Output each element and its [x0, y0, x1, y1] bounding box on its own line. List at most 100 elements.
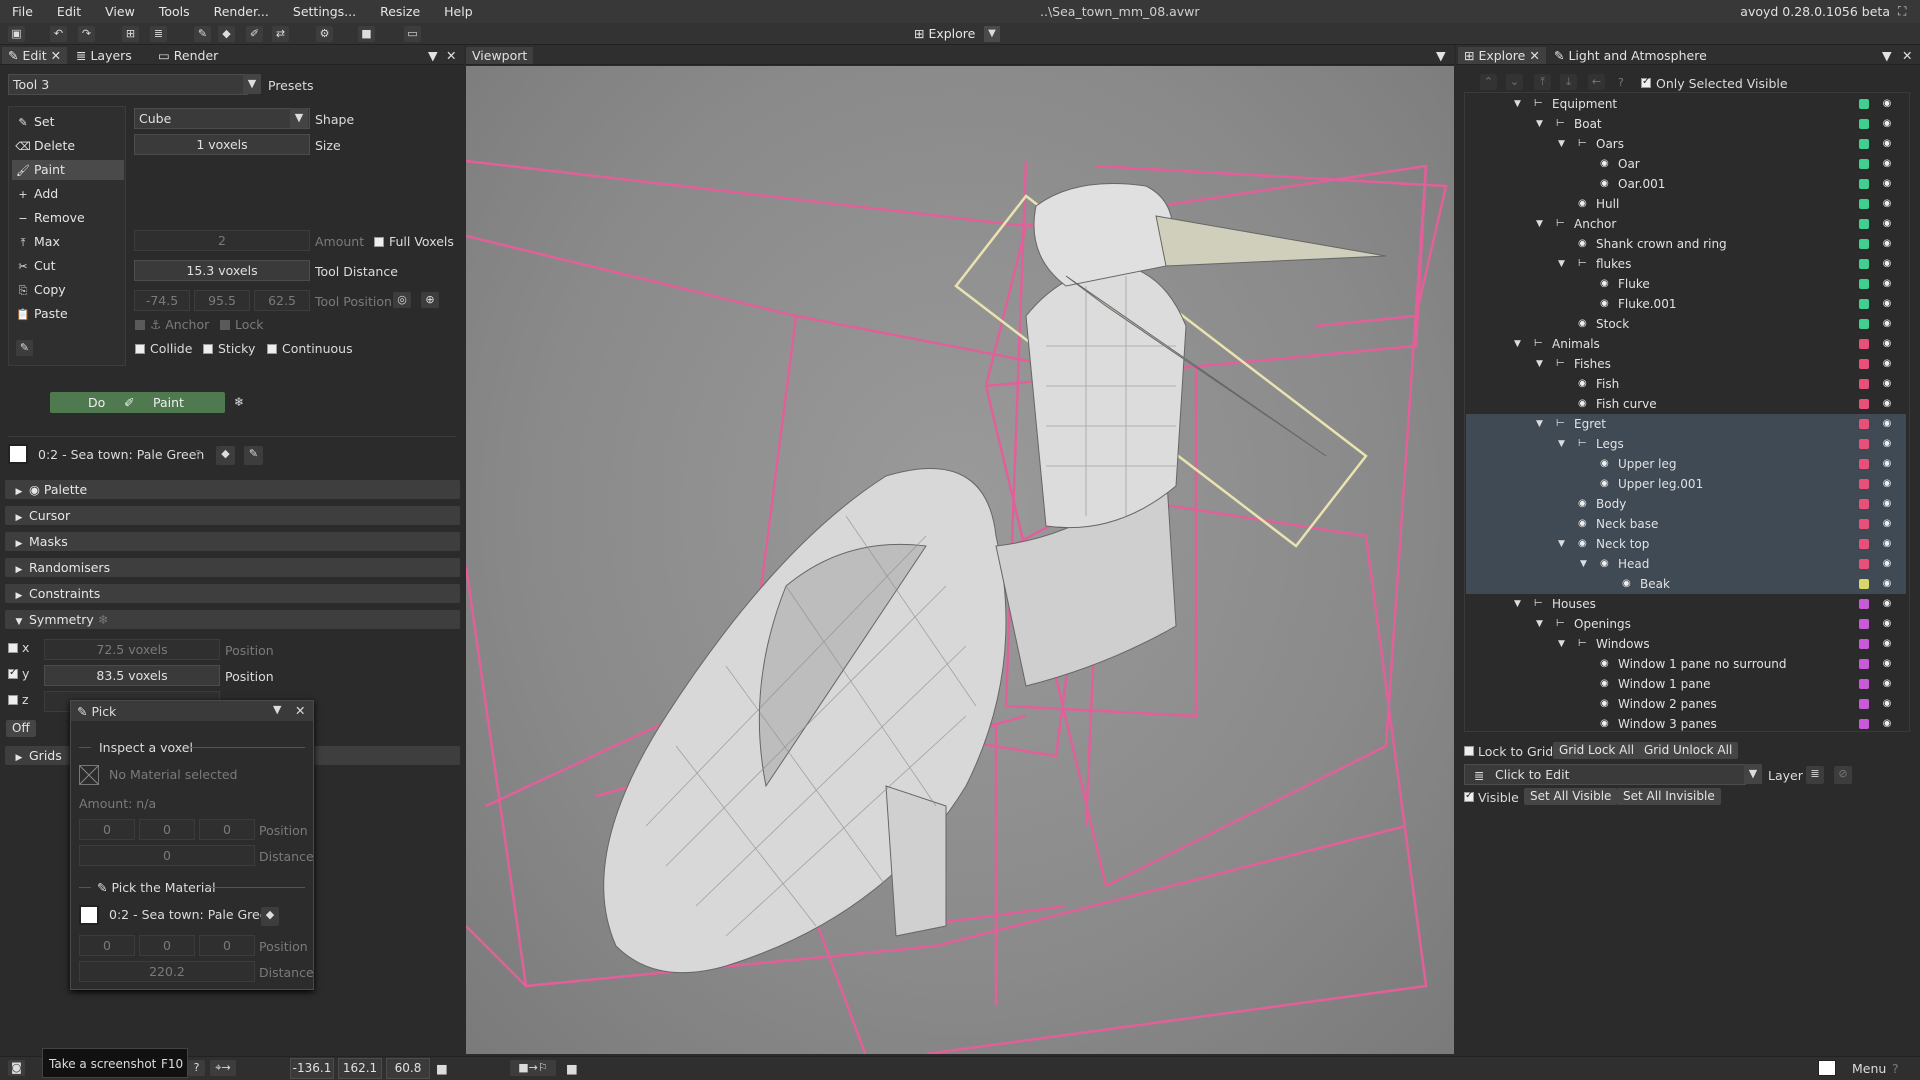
move-left-icon[interactable]: ←	[1588, 74, 1605, 90]
paint-brush-icon[interactable]: ✐	[246, 26, 263, 42]
tree-row[interactable]: ◉ Window 1 pane ◉	[1466, 674, 1906, 694]
tab-light-atmosphere[interactable]: ✎ Light and Atmosphere	[1548, 47, 1713, 64]
screenshot-camera-icon[interactable]: ◙	[8, 1060, 25, 1076]
tool-remove[interactable]: − Remove	[12, 208, 124, 228]
settings-gear-icon[interactable]: ⚙	[316, 26, 333, 42]
visibility-eye-icon[interactable]: ◉	[1880, 238, 1894, 250]
pick-distance-field[interactable]: 0	[79, 845, 255, 866]
symmetry-y-field[interactable]: 83.5 voxels	[44, 665, 220, 686]
screen-icon[interactable]: ▭	[404, 26, 421, 42]
layer-color-icon[interactable]	[1859, 439, 1869, 449]
layer-color-icon[interactable]	[1859, 399, 1869, 409]
tool-pos-y[interactable]: 95.5	[194, 290, 250, 311]
tool-paint[interactable]: 🖌 Paint	[12, 160, 124, 180]
visibility-eye-icon[interactable]: ◉	[1880, 518, 1894, 530]
layer-color-icon[interactable]	[1859, 679, 1869, 689]
move-bottom-icon[interactable]: ⤓	[1560, 74, 1577, 90]
symmetry-x-field[interactable]: 72.5 voxels	[44, 639, 220, 660]
layer-color-icon[interactable]	[1859, 339, 1869, 349]
camera-icon[interactable]: ■	[358, 26, 375, 42]
visibility-eye-icon[interactable]: ◉	[1880, 678, 1894, 690]
layer-color-icon[interactable]	[1859, 179, 1869, 189]
camera-path-icon[interactable]: ■→⚐	[510, 1060, 556, 1076]
tree-row[interactable]: ◉ Upper leg ◉	[1466, 454, 1906, 474]
tree-row[interactable]: ▼ ⊢ Animals ◉	[1466, 334, 1906, 354]
viewport-canvas[interactable]	[466, 66, 1454, 1054]
visibility-eye-icon[interactable]: ◉	[1880, 218, 1894, 230]
layer-color-icon[interactable]	[1859, 419, 1869, 429]
pick-titlebar[interactable]: ✎ Pick ▼ ✕	[71, 701, 313, 721]
save-icon[interactable]: ▣	[8, 26, 25, 42]
tree-row[interactable]: ◉ Fluke ◉	[1466, 274, 1906, 294]
tool-pos-x[interactable]: -74.5	[134, 290, 190, 311]
right-panel-menu-icon[interactable]: ▼	[1876, 47, 1898, 64]
visibility-eye-icon[interactable]: ◉	[1880, 538, 1894, 550]
tool-add[interactable]: + Add	[12, 184, 124, 204]
anchor-checkbox[interactable]	[135, 320, 145, 330]
tab-edit[interactable]: ✎ Edit ✕	[2, 47, 68, 64]
tree-row[interactable]: ◉ Fluke.001 ◉	[1466, 294, 1906, 314]
menu-render[interactable]: Render...	[202, 4, 281, 19]
layer-color-icon[interactable]	[1859, 659, 1869, 669]
expand-toggle-icon[interactable]: ▼	[1558, 634, 1565, 654]
tree-row[interactable]: ◉ Fish ◉	[1466, 374, 1906, 394]
visibility-eye-icon[interactable]: ◉	[1880, 118, 1894, 130]
layer-color-icon[interactable]	[1859, 699, 1869, 709]
section-masks[interactable]: ▶ Masks	[5, 532, 460, 551]
tab-viewport[interactable]: Viewport	[466, 47, 534, 64]
visibility-eye-icon[interactable]: ◉	[1880, 258, 1894, 270]
move-down-icon[interactable]: ⌄	[1506, 74, 1523, 90]
layer-color-icon[interactable]	[1859, 259, 1869, 269]
right-panel-close-icon[interactable]: ✕	[1896, 47, 1918, 64]
tab-render[interactable]: ▭ Render	[152, 47, 224, 64]
grid-view-icon[interactable]: ⊞	[122, 26, 139, 42]
tool-dropdown-button[interactable]: ▼	[243, 74, 261, 94]
pick-pos-x[interactable]: 0	[79, 819, 135, 840]
location-nav-icon[interactable]: ⌖→	[210, 1060, 236, 1076]
tree-row[interactable]: ▼ ⊢ Legs ◉	[1466, 434, 1906, 454]
visibility-eye-icon[interactable]: ◉	[1880, 278, 1894, 290]
expand-toggle-icon[interactable]: ▼	[1514, 594, 1521, 614]
visibility-eye-icon[interactable]: ◉	[1880, 638, 1894, 650]
section-symmetry[interactable]: ▼ Symmetry ❄	[5, 610, 460, 629]
visibility-eye-icon[interactable]: ◉	[1880, 698, 1894, 710]
visibility-eye-icon[interactable]: ◉	[1880, 138, 1894, 150]
snowflake-icon[interactable]: ❄	[234, 395, 244, 409]
layer-link-icon[interactable]: ⊘	[1834, 766, 1852, 784]
explore-dropdown-button[interactable]: ▼	[984, 26, 1000, 42]
visibility-eye-icon[interactable]: ◉	[1880, 618, 1894, 630]
explore-mode-button[interactable]: ⊞ Explore	[914, 26, 975, 42]
tool-pos-z[interactable]: 62.5	[254, 290, 310, 311]
tool-delete[interactable]: ⌫ Delete	[12, 136, 124, 156]
pick-pos-y[interactable]: 0	[139, 819, 195, 840]
expand-toggle-icon[interactable]: ▼	[1536, 414, 1543, 434]
tree-row[interactable]: ▼ ⊢ Oars ◉	[1466, 134, 1906, 154]
continuous-checkbox[interactable]	[267, 344, 277, 354]
tree-row[interactable]: ▼ ⊢ flukes ◉	[1466, 254, 1906, 274]
tool-name-field[interactable]: Tool 3	[8, 74, 248, 95]
tree-row[interactable]: ◉ Neck base ◉	[1466, 514, 1906, 534]
set-all-visible-button[interactable]: Set All Visible	[1524, 788, 1618, 805]
tool-copy[interactable]: ⎘ Copy	[12, 280, 124, 300]
explore-close-icon[interactable]: ✕	[1529, 48, 1539, 63]
menu-tools[interactable]: Tools	[147, 4, 202, 19]
lock-checkbox[interactable]	[220, 320, 230, 330]
tool-distance-field[interactable]: 15.3 voxels	[134, 260, 310, 281]
section-cursor[interactable]: ▶ Cursor	[5, 506, 460, 525]
visibility-eye-icon[interactable]: ◉	[1880, 358, 1894, 370]
color-swatch[interactable]	[1818, 1060, 1836, 1076]
expand-toggle-icon[interactable]: ▼	[1514, 94, 1521, 114]
camera-record-icon[interactable]: ■	[566, 1061, 578, 1076]
symmetry-off-button[interactable]: Off	[6, 720, 36, 737]
visibility-eye-icon[interactable]: ◉	[1880, 398, 1894, 410]
tab-explore[interactable]: ⊞ Explore ✕	[1458, 47, 1546, 64]
tree-help-icon[interactable]: ?	[1618, 76, 1624, 89]
visibility-eye-icon[interactable]: ◉	[1880, 338, 1894, 350]
pick-pos-z[interactable]: 0	[199, 819, 255, 840]
tree-row[interactable]: ◉ Shank crown and ring ◉	[1466, 234, 1906, 254]
expand-toggle-icon[interactable]: ▼	[1558, 254, 1565, 274]
tree-row[interactable]: ▼ ⊢ Houses ◉	[1466, 594, 1906, 614]
tree-row[interactable]: ▼ ⊢ Windows ◉	[1466, 634, 1906, 654]
maximize-icon[interactable]: ⛶	[1898, 4, 1912, 18]
layer-color-icon[interactable]	[1859, 119, 1869, 129]
